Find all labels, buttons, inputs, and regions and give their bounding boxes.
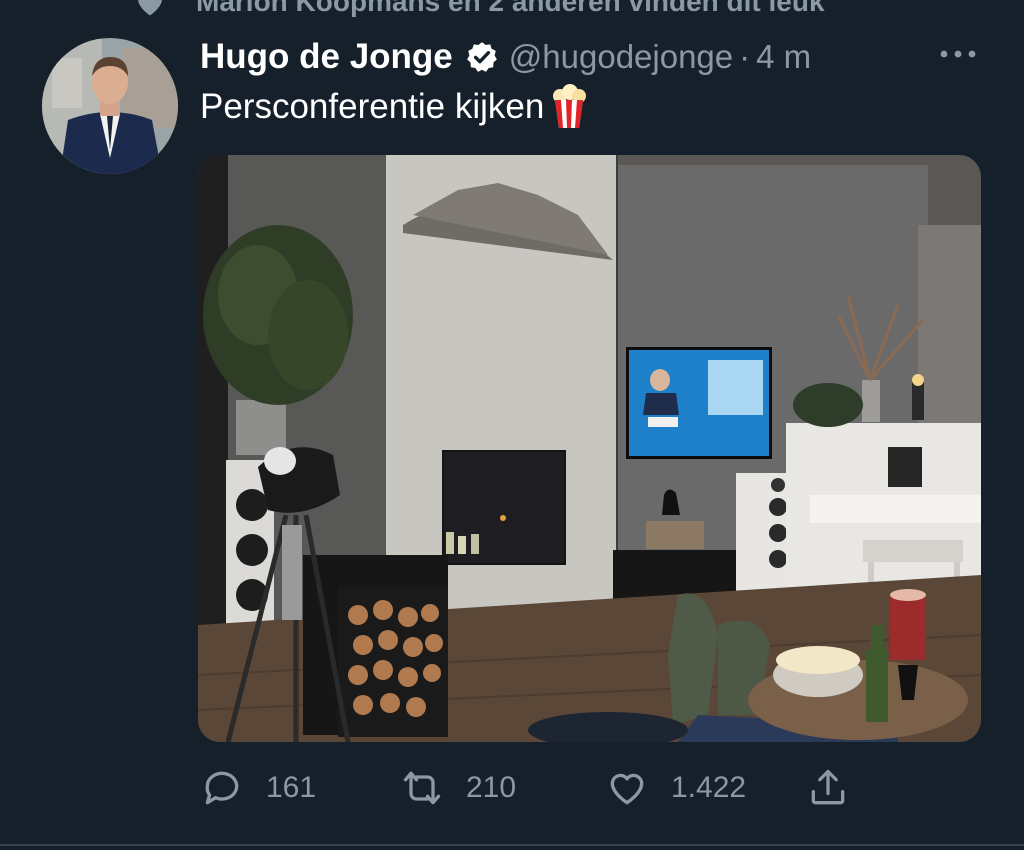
heart-icon <box>138 0 162 16</box>
separator-dot: · <box>739 38 751 75</box>
verified-badge-icon <box>466 42 497 72</box>
timestamp[interactable]: 4 m <box>756 38 811 76</box>
social-context[interactable]: Marion Koopmans en 2 anderen vinden dit … <box>132 0 825 22</box>
social-context-text: Marion Koopmans en 2 anderen vinden dit … <box>196 0 825 17</box>
retweet-count: 210 <box>466 771 517 804</box>
living-room-photo <box>198 155 981 742</box>
tweet[interactable]: Marion Koopmans en 2 anderen vinden dit … <box>0 0 1024 850</box>
avatar[interactable] <box>42 38 178 174</box>
share-icon <box>811 769 845 805</box>
tweet-photo[interactable] <box>198 155 981 742</box>
reply-icon <box>205 771 239 805</box>
like-button[interactable]: 1.422 <box>605 760 746 816</box>
divider <box>0 844 1024 846</box>
tweet-text-content: Persconferentie kijken <box>200 87 545 126</box>
share-button[interactable] <box>806 760 850 816</box>
retweet-icon <box>403 771 441 805</box>
display-name[interactable]: Hugo de Jonge <box>200 37 453 77</box>
tweet-actions: 161 210 1.422 <box>200 760 860 816</box>
popcorn-icon <box>553 84 587 128</box>
reply-button[interactable]: 161 <box>200 760 316 816</box>
tweet-text: Persconferentie kijken <box>200 84 588 130</box>
like-count: 1.422 <box>671 771 747 804</box>
more-options-icon[interactable] <box>938 44 978 64</box>
tweet-header: Hugo de Jonge @hugodejonge · 4 m <box>200 34 811 80</box>
reply-count: 161 <box>266 771 317 804</box>
handle[interactable]: @hugodejonge <box>509 38 733 76</box>
like-heart-icon <box>610 773 644 805</box>
retweet-button[interactable]: 210 <box>400 760 516 816</box>
